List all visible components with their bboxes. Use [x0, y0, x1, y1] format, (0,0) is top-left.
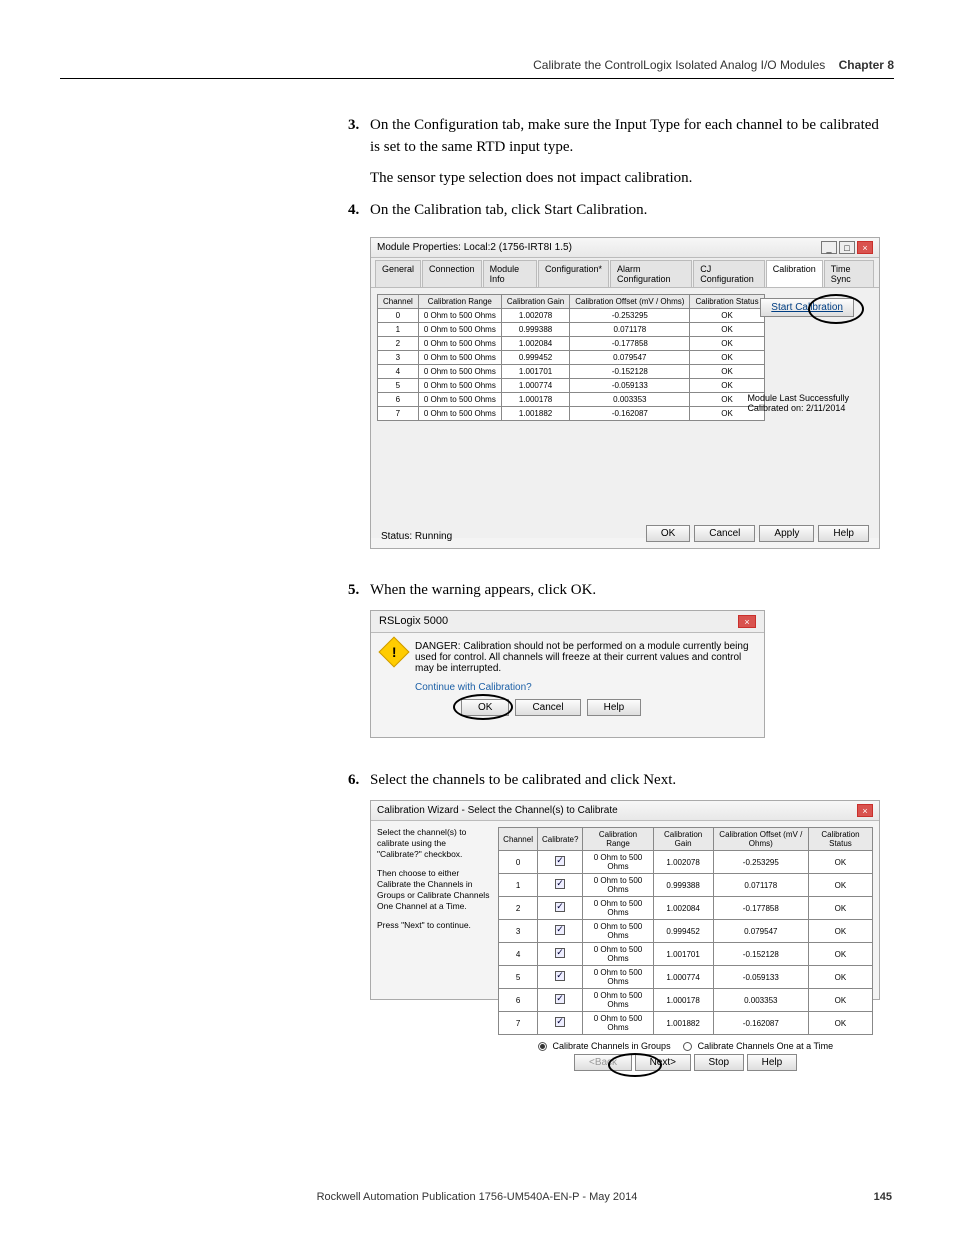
close-icon[interactable]: × — [857, 804, 873, 817]
tab-configuration[interactable]: Configuration* — [538, 260, 609, 287]
start-calibration-button[interactable]: Start Calibration — [760, 298, 854, 317]
calibrate-checkbox[interactable] — [537, 897, 582, 920]
calibrate-checkbox[interactable] — [537, 851, 582, 874]
col-gain: Calibration Gain — [501, 295, 569, 309]
close-icon[interactable]: × — [857, 241, 873, 254]
col-range: Calibration Range — [418, 295, 501, 309]
tab-cj-config[interactable]: CJ Configuration — [693, 260, 765, 287]
maximize-icon[interactable]: □ — [839, 241, 855, 254]
step-5: 5. When the warning appears, click OK. — [370, 580, 890, 602]
calibrate-checkbox[interactable] — [537, 874, 582, 897]
table-row: 20 Ohm to 500 Ohms1.002084-0.177858OK — [378, 337, 765, 351]
step-3-note: The sensor type selection does not impac… — [370, 168, 890, 190]
minimize-icon[interactable]: _ — [821, 241, 837, 254]
tab-connection[interactable]: Connection — [422, 260, 482, 287]
step-5-text: When the warning appears, click OK. — [370, 582, 596, 598]
header-chapter: Chapter 8 — [839, 58, 894, 72]
footer-pub: Rockwell Automation Publication 1756-UM5… — [317, 1191, 638, 1203]
calibrate-checkbox[interactable] — [537, 943, 582, 966]
tab-calibration[interactable]: Calibration — [766, 260, 823, 287]
close-icon[interactable]: × — [738, 615, 756, 628]
radio-groups[interactable] — [538, 1042, 547, 1051]
step-6-text: Select the channels to be calibrated and… — [370, 772, 676, 788]
footer-page: 145 — [874, 1191, 892, 1203]
status-bar: Status: Running — [381, 531, 452, 542]
radio-one-at-a-time[interactable] — [683, 1042, 692, 1051]
ok-button[interactable]: OK — [461, 699, 509, 716]
table-row: 70 Ohm to 500 Ohms1.001882-0.162087OK — [378, 407, 765, 421]
side-notes: Module Last Successfully Calibrated on: … — [747, 393, 849, 413]
module-properties-dialog: Module Properties: Local:2 (1756-IRT8I 1… — [370, 237, 880, 549]
table-row: 30 Ohm to 500 Ohms0.9994520.079547OK — [499, 920, 873, 943]
page-footer: Rockwell Automation Publication 1756-UM5… — [0, 1191, 954, 1203]
col-offset: Calibration Offset (mV / Ohms) — [570, 295, 690, 309]
table-row: 70 Ohm to 500 Ohms1.001882-0.162087OK — [499, 1012, 873, 1035]
warning-text: DANGER: Calibration should not be perfor… — [415, 641, 752, 674]
tab-time-sync[interactable]: Time Sync — [824, 260, 874, 287]
table-row: 00 Ohm to 500 Ohms1.002078-0.253295OK — [499, 851, 873, 874]
step-4: 4. On the Calibration tab, click Start C… — [370, 200, 890, 222]
calibrate-checkbox[interactable] — [537, 1012, 582, 1035]
calibrate-checkbox[interactable] — [537, 989, 582, 1012]
table-row: 50 Ohm to 500 Ohms1.000774-0.059133OK — [378, 379, 765, 393]
warning-title: RSLogix 5000 — [379, 615, 448, 628]
step-3-text: On the Configuration tab, make sure the … — [370, 117, 879, 155]
help-button[interactable]: Help — [747, 1054, 798, 1071]
tab-module-info[interactable]: Module Info — [483, 260, 537, 287]
ok-button[interactable]: OK — [646, 525, 690, 542]
step-6-num: 6. — [348, 770, 359, 792]
step-3-num: 3. — [348, 115, 359, 137]
table-row: 40 Ohm to 500 Ohms1.001701-0.152128OK — [378, 365, 765, 379]
help-button[interactable]: Help — [587, 699, 642, 716]
step-4-num: 4. — [348, 200, 359, 222]
wizard-title: Calibration Wizard - Select the Channel(… — [377, 805, 618, 816]
calibrate-checkbox[interactable] — [537, 966, 582, 989]
table-row: 10 Ohm to 500 Ohms0.9993880.071178OK — [499, 874, 873, 897]
warning-dialog: RSLogix 5000 × ! DANGER: Calibration sho… — [370, 610, 765, 738]
table-row: 60 Ohm to 500 Ohms1.0001780.003353OK — [499, 989, 873, 1012]
back-button[interactable]: <Back — [574, 1054, 632, 1071]
dialog-titlebar[interactable]: Module Properties: Local:2 (1756-IRT8I 1… — [371, 238, 879, 258]
step-4-text: On the Calibration tab, click Start Cali… — [370, 202, 647, 218]
step-3: 3. On the Configuration tab, make sure t… — [370, 115, 890, 159]
wizard-titlebar[interactable]: Calibration Wizard - Select the Channel(… — [371, 801, 879, 821]
header-title: Calibrate the ControlLogix Isolated Anal… — [533, 58, 825, 72]
next-button[interactable]: Next> — [635, 1054, 691, 1071]
page-header: Calibrate the ControlLogix Isolated Anal… — [533, 58, 894, 72]
table-row: 00 Ohm to 500 Ohms1.002078-0.253295OK — [378, 309, 765, 323]
table-row: 60 Ohm to 500 Ohms1.0001780.003353OK — [378, 393, 765, 407]
warning-icon: ! — [383, 641, 405, 716]
table-row: 50 Ohm to 500 Ohms1.000774-0.059133OK — [499, 966, 873, 989]
help-button[interactable]: Help — [818, 525, 869, 542]
wizard-table: Channel Calibrate? Calibration Range Cal… — [498, 827, 873, 1035]
table-row: 40 Ohm to 500 Ohms1.001701-0.152128OK — [499, 943, 873, 966]
cancel-button[interactable]: Cancel — [515, 699, 580, 716]
cancel-button[interactable]: Cancel — [694, 525, 755, 542]
stop-button[interactable]: Stop — [694, 1054, 745, 1071]
calibration-wizard-dialog: Calibration Wizard - Select the Channel(… — [370, 800, 880, 1000]
table-row: 10 Ohm to 500 Ohms0.9993880.071178OK — [378, 323, 765, 337]
table-row: 30 Ohm to 500 Ohms0.9994520.079547OK — [378, 351, 765, 365]
table-row: 20 Ohm to 500 Ohms1.002084-0.177858OK — [499, 897, 873, 920]
apply-button[interactable]: Apply — [759, 525, 814, 542]
dialog-title: Module Properties: Local:2 (1756-IRT8I 1… — [377, 242, 572, 253]
header-rule — [60, 78, 894, 79]
tab-strip: General Connection Module Info Configura… — [371, 258, 879, 288]
tab-alarm-config[interactable]: Alarm Configuration — [610, 260, 692, 287]
step-5-num: 5. — [348, 580, 359, 602]
step-6: 6. Select the channels to be calibrated … — [370, 770, 890, 792]
calibrate-checkbox[interactable] — [537, 920, 582, 943]
warning-question: Continue with Calibration? — [415, 682, 752, 693]
tab-general[interactable]: General — [375, 260, 421, 287]
col-status: Calibration Status — [690, 295, 764, 309]
calibration-table: Channel Calibration Range Calibration Ga… — [377, 294, 765, 421]
col-channel: Channel — [378, 295, 419, 309]
wizard-instructions: Select the channel(s) to calibrate using… — [377, 827, 492, 1068]
